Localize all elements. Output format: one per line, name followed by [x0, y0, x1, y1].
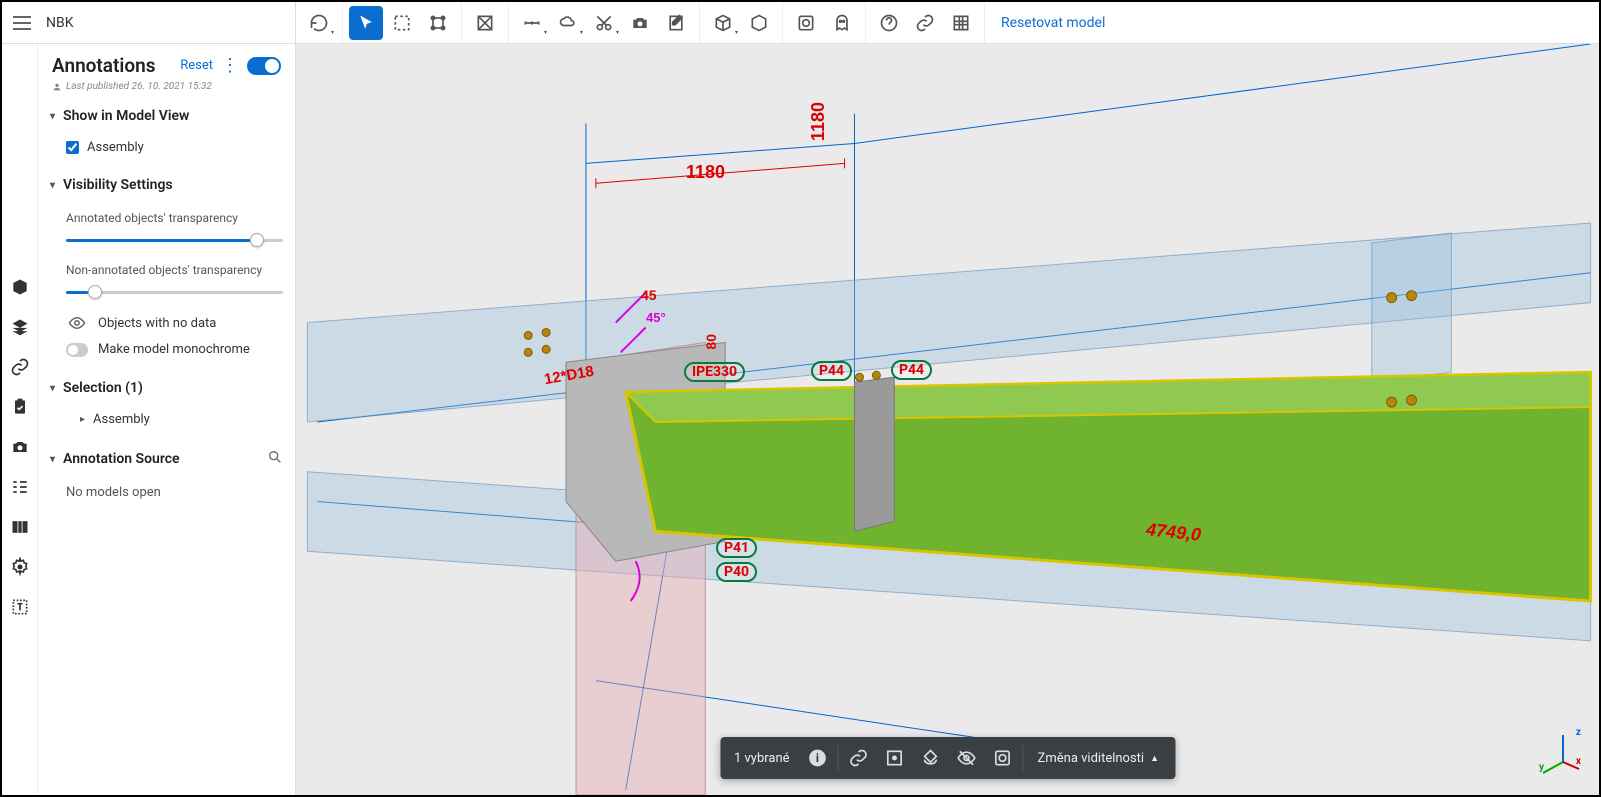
dimension-label: 45 [641, 287, 657, 303]
eye-icon [66, 314, 88, 332]
rail-box-icon[interactable] [7, 274, 33, 300]
last-published: Last published 26. 10. 2021 15:32 [38, 81, 295, 100]
pointer-tool[interactable] [349, 6, 383, 40]
selection-item[interactable]: ▸ Assembly [66, 408, 283, 431]
rail-layers-icon[interactable] [7, 314, 33, 340]
cut-tool[interactable]: ▾ [587, 6, 621, 40]
rail-table-icon[interactable] [7, 514, 33, 540]
chevron-down-icon: ▾ [50, 454, 55, 465]
part-label: P41 [716, 538, 757, 558]
transform-tool[interactable] [421, 6, 455, 40]
rail-link-icon[interactable] [7, 354, 33, 380]
marquee-tool[interactable] [385, 6, 419, 40]
part-label: IPE330 [684, 362, 745, 382]
slider1-label: Annotated objects' transparency [66, 205, 283, 227]
chevron-down-icon: ▾ [50, 180, 55, 191]
section-annotation-source[interactable]: ▾ Annotation Source [38, 441, 295, 477]
chevron-right-icon: ▸ [80, 414, 85, 425]
visibility-dropdown[interactable]: Změna viditelnosti▲ [1026, 751, 1171, 766]
box-outline-tool[interactable] [742, 6, 776, 40]
part-label: P44 [811, 361, 852, 381]
link-button[interactable] [908, 6, 942, 40]
cloud-tool[interactable]: ▾ [551, 6, 585, 40]
box-tool[interactable]: ▾ [706, 6, 740, 40]
isolate-button[interactable] [985, 740, 1021, 776]
measure-tool[interactable]: ▾ [515, 6, 549, 40]
section-show-in-model[interactable]: ▾ Show in Model View [38, 100, 295, 132]
panel-title: Annotations [52, 54, 180, 77]
dimension-label: 45° [646, 310, 666, 325]
axis-gizmo[interactable]: z y x [1531, 727, 1581, 777]
slider2-label: Non-annotated objects' transparency [66, 257, 283, 279]
transparency-slider-annotated[interactable] [66, 231, 283, 249]
objects-no-data-row[interactable]: Objects with no data [66, 309, 283, 337]
rail-text-icon[interactable] [7, 594, 33, 620]
reset-model-link[interactable]: Resetovat model [985, 15, 1121, 31]
hide-button[interactable] [949, 740, 985, 776]
panel-toggle[interactable] [247, 57, 281, 75]
link-selection-button[interactable] [841, 740, 877, 776]
annotations-panel: Annotations Reset ⋮ Last published 26. 1… [38, 44, 296, 795]
monochrome-row[interactable]: Make model monochrome [66, 337, 283, 362]
dimension-label: 1180 [808, 102, 829, 141]
info-button[interactable]: i [800, 740, 836, 776]
panel-more-icon[interactable]: ⋮ [221, 55, 239, 76]
color-button[interactable] [913, 740, 949, 776]
section-visibility[interactable]: ▾ Visibility Settings [38, 169, 295, 201]
search-icon[interactable] [267, 449, 283, 469]
ghost-tool[interactable] [825, 6, 859, 40]
no-models-text: No models open [66, 481, 283, 504]
help-button[interactable] [872, 6, 906, 40]
rail-levels-icon[interactable] [7, 474, 33, 500]
monochrome-toggle[interactable] [66, 343, 88, 357]
dimension-label: 1180 [686, 162, 725, 183]
assembly-checkbox[interactable]: Assembly [66, 136, 283, 159]
svg-text:i: i [816, 751, 819, 765]
section-selection[interactable]: ▾ Selection (1) [38, 372, 295, 404]
grid-button[interactable] [944, 6, 978, 40]
contrast-tool[interactable] [468, 6, 502, 40]
rail-gear-icon[interactable] [7, 554, 33, 580]
part-label: P40 [716, 562, 757, 582]
project-title: NBK [42, 15, 269, 31]
note-tool[interactable] [659, 6, 693, 40]
view-a-tool[interactable] [789, 6, 823, 40]
part-label: P44 [891, 360, 932, 380]
chevron-down-icon: ▾ [50, 383, 55, 394]
left-rail [2, 44, 38, 795]
model-viewport[interactable]: 1180 1180 45 45° 80 12*D18 4749,0 P44 P4… [296, 44, 1599, 795]
menu-button[interactable] [10, 11, 34, 35]
transparency-slider-nonannotated[interactable] [66, 283, 283, 301]
panel-reset[interactable]: Reset [180, 58, 213, 73]
selection-count: 1 vybrané [724, 751, 800, 766]
undo-button[interactable]: ▾ [302, 6, 336, 40]
camera-tool[interactable] [623, 6, 657, 40]
dimension-label: 80 [703, 334, 719, 350]
chevron-down-icon: ▾ [50, 111, 55, 122]
fit-button[interactable] [877, 740, 913, 776]
rail-clipboard-icon[interactable] [7, 394, 33, 420]
rail-camera-icon[interactable] [7, 434, 33, 460]
selection-status-bar: 1 vybrané i Změna viditelnosti▲ [720, 737, 1175, 779]
